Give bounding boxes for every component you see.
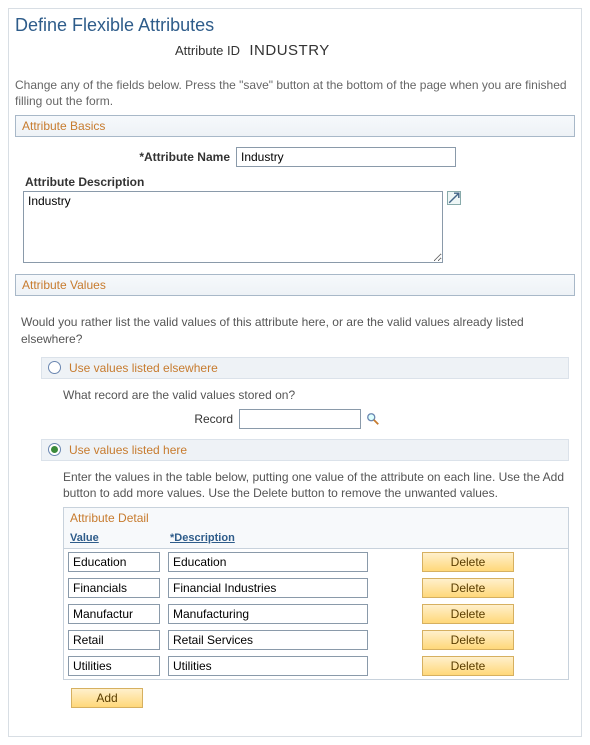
description-input[interactable] — [168, 578, 368, 598]
option-here-label: Use values listed here — [69, 443, 187, 457]
option-here-head[interactable]: Use values listed here — [41, 439, 569, 461]
value-input[interactable] — [68, 604, 160, 624]
description-input[interactable] — [168, 552, 368, 572]
delete-button[interactable]: Delete — [422, 630, 514, 650]
attribute-name-label: *Attribute Name — [21, 150, 236, 164]
table-row: Delete — [64, 601, 568, 627]
table-header-row: Value *Description — [64, 528, 568, 549]
attribute-id-value: INDUSTRY — [249, 42, 329, 59]
value-input[interactable] — [68, 630, 160, 650]
attribute-description-textarea[interactable]: Industry — [23, 191, 443, 263]
values-question: Would you rather list the valid values o… — [21, 314, 569, 346]
add-button[interactable]: Add — [71, 688, 143, 708]
expand-textarea-icon[interactable] — [447, 191, 461, 205]
attribute-description-label: Attribute Description — [25, 175, 569, 189]
section-body-values: Would you rather list the valid values o… — [15, 296, 575, 726]
delete-button[interactable]: Delete — [422, 578, 514, 598]
attribute-id-row: Attribute ID INDUSTRY — [15, 42, 575, 59]
delete-button[interactable]: Delete — [422, 552, 514, 572]
attribute-detail-table: Value *Description Delete Delete Delete Del… — [63, 528, 569, 680]
delete-button[interactable]: Delete — [422, 604, 514, 624]
table-row: Delete — [64, 575, 568, 601]
attribute-name-input[interactable] — [236, 147, 456, 167]
value-input[interactable] — [68, 552, 160, 572]
description-input[interactable] — [168, 630, 368, 650]
table-row: Delete — [64, 627, 568, 653]
section-header-basics: Attribute Basics — [15, 115, 575, 137]
option-elsewhere-block: Use values listed elsewhere What record … — [41, 357, 569, 429]
description-input[interactable] — [168, 604, 368, 624]
attribute-id-label: Attribute ID — [175, 43, 240, 58]
section-body-basics: *Attribute Name Attribute Description In… — [15, 137, 575, 274]
col-header-description[interactable]: *Description — [164, 528, 388, 548]
section-header-values: Attribute Values — [15, 274, 575, 296]
option-here-instructions: Enter the values in the table below, put… — [63, 469, 569, 501]
radio-here[interactable] — [48, 443, 61, 456]
page-title: Define Flexible Attributes — [15, 15, 575, 36]
radio-elsewhere[interactable] — [48, 361, 61, 374]
delete-button[interactable]: Delete — [422, 656, 514, 676]
attribute-detail-header: Attribute Detail — [63, 507, 569, 528]
description-input[interactable] — [168, 656, 368, 676]
record-label: Record — [63, 412, 239, 426]
table-row: Delete — [64, 549, 568, 575]
value-input[interactable] — [68, 578, 160, 598]
table-row: Delete — [64, 653, 568, 679]
option-elsewhere-label: Use values listed elsewhere — [69, 361, 218, 375]
value-input[interactable] — [68, 656, 160, 676]
option-elsewhere-head[interactable]: Use values listed elsewhere — [41, 357, 569, 379]
page-instructions: Change any of the fields below. Press th… — [15, 77, 575, 109]
record-input[interactable] — [239, 409, 361, 429]
lookup-icon[interactable] — [365, 411, 381, 427]
option-elsewhere-question: What record are the valid values stored … — [63, 387, 569, 403]
option-here-block: Use values listed here Enter the values … — [41, 439, 569, 712]
col-header-value[interactable]: Value — [64, 528, 164, 548]
